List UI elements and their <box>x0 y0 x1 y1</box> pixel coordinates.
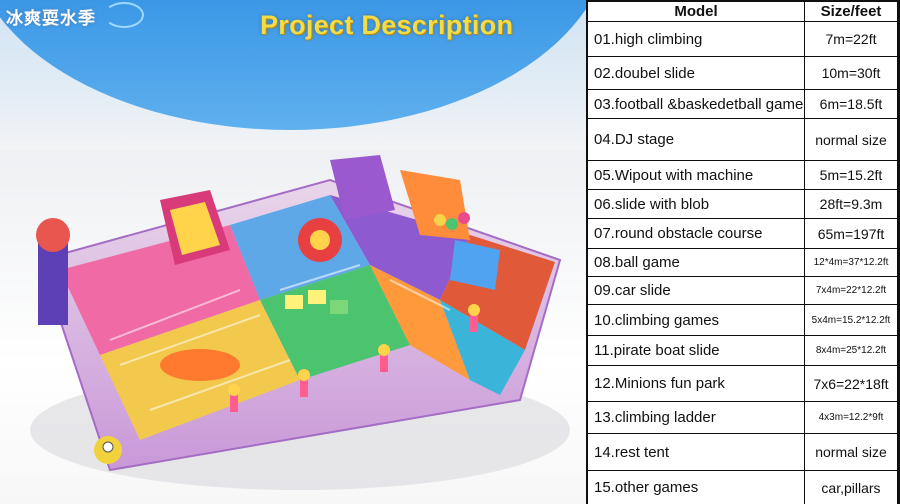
model-cell: 02.doubel slide <box>588 57 804 89</box>
table-row: 14.rest tent normal size <box>587 433 899 470</box>
size-cell: 7m=22ft <box>805 22 897 56</box>
model-cell: 10.climbing games <box>588 305 804 335</box>
project-table: Model Size/feet 01.high climbing 7m=22ft 0… <box>586 0 900 504</box>
model-cell: 05.Wipout with machine <box>588 161 804 189</box>
table-row: 10.climbing games 5x4m=15.2*12.2ft <box>587 304 899 335</box>
logo-text: 冰爽耍水季 <box>6 9 96 29</box>
model-cell: 01.high climbing <box>588 22 804 56</box>
table-row: 07.round obstacle course 65m=197ft <box>587 218 899 248</box>
size-cell: 10m=30ft <box>805 57 897 89</box>
model-cell: 11.pirate boat slide <box>588 336 804 365</box>
table-row: 01.high climbing 7m=22ft <box>587 21 899 56</box>
table-row: 12.Minions fun park 7x6=22*18ft <box>587 365 899 401</box>
size-cell: 12*4m=37*12.2ft <box>805 249 897 276</box>
model-cell: 08.ball game <box>588 249 804 276</box>
model-cell: 09.car slide <box>588 277 804 304</box>
table-row: 06.slide with blob 28ft=9.3m <box>587 189 899 218</box>
table-row: 11.pirate boat slide 8x4m=25*12.2ft <box>587 335 899 365</box>
model-cell: 04.DJ stage <box>588 119 804 160</box>
model-cell: 07.round obstacle course <box>588 219 804 248</box>
size-cell: 4x3m=12.2*9ft <box>805 402 897 433</box>
size-cell: normal size <box>805 119 897 160</box>
size-cell: 28ft=9.3m <box>805 190 897 218</box>
table-header-row: Model Size/feet <box>587 1 899 21</box>
model-cell: 13.climbing ladder <box>588 402 804 433</box>
table-row: 09.car slide 7x4m=22*12.2ft <box>587 276 899 304</box>
model-cell: 14.rest tent <box>588 434 804 470</box>
size-cell: 65m=197ft <box>805 219 897 248</box>
model-cell: 12.Minions fun park <box>588 366 804 401</box>
table-row: 13.climbing ladder 4x3m=12.2*9ft <box>587 401 899 433</box>
size-cell: 5x4m=15.2*12.2ft <box>805 305 897 335</box>
table-row: 05.Wipout with machine 5m=15.2ft <box>587 160 899 189</box>
size-cell: normal size <box>805 434 897 470</box>
table-row: 08.ball game 12*4m=37*12.2ft <box>587 248 899 276</box>
table-row: 15.other games car,pillars <box>587 470 899 504</box>
page-title: Project Description <box>260 10 514 40</box>
model-cell: 03.football &baskedetball game <box>588 90 804 118</box>
size-cell: 8x4m=25*12.2ft <box>805 336 897 365</box>
model-cell: 15.other games <box>588 471 804 504</box>
size-cell: car,pillars <box>805 471 897 504</box>
column-header-size: Size/feet <box>805 2 897 21</box>
model-cell: 06.slide with blob <box>588 190 804 218</box>
inflatable-park-render <box>0 150 588 504</box>
park-illustration <box>30 155 570 490</box>
logo-swirl-icon <box>104 2 144 28</box>
table-row: 03.football &baskedetball game 6m=18.5ft <box>587 89 899 118</box>
size-cell: 7x6=22*18ft <box>805 366 897 401</box>
table-row: 04.DJ stage normal size <box>587 118 899 160</box>
size-cell: 7x4m=22*12.2ft <box>805 277 897 304</box>
size-cell: 6m=18.5ft <box>805 90 897 118</box>
table-row: 02.doubel slide 10m=30ft <box>587 56 899 89</box>
column-header-model: Model <box>588 2 804 21</box>
size-cell: 5m=15.2ft <box>805 161 897 189</box>
